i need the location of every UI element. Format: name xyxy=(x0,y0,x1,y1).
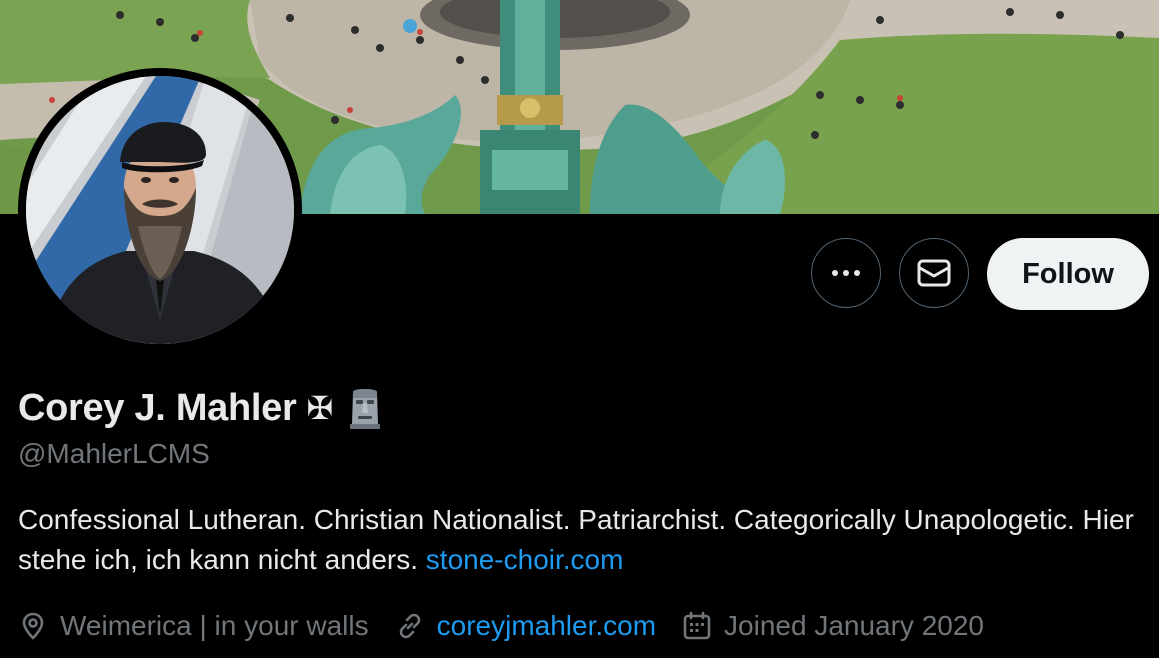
display-name-row: Corey J. Mahler ✠ xyxy=(18,380,385,436)
location-text: Weimerica | in your walls xyxy=(60,610,369,641)
more-horizontal-icon xyxy=(832,270,860,276)
location-item: Weimerica | in your walls xyxy=(18,610,369,642)
profile-meta: Weimerica | in your walls coreyjmahler.c… xyxy=(18,604,984,648)
follow-button[interactable]: Follow xyxy=(987,238,1149,310)
display-name: Corey J. Mahler xyxy=(18,386,297,429)
joined-text: Joined January 2020 xyxy=(724,610,985,641)
moai-emoji-icon xyxy=(350,389,381,429)
joined-item: Joined January 2020 xyxy=(682,610,984,642)
profile-bio: Confessional Lutheran. Christian Nationa… xyxy=(18,500,1138,580)
cross-symbol: ✠ xyxy=(306,389,334,427)
link-icon xyxy=(399,613,420,639)
website-item: coreyjmahler.com xyxy=(395,610,656,642)
website-link[interactable]: coreyjmahler.com xyxy=(437,610,656,642)
profile-avatar[interactable] xyxy=(18,68,302,352)
calendar-icon xyxy=(683,611,711,640)
username-handle: @MahlerLCMS xyxy=(18,438,210,469)
avatar-image xyxy=(26,76,294,344)
location-pin-icon xyxy=(22,612,44,640)
message-button[interactable] xyxy=(899,238,969,308)
more-options-button[interactable] xyxy=(811,238,881,308)
bio-link[interactable]: stone-choir.com xyxy=(426,544,624,575)
envelope-icon xyxy=(917,259,951,287)
profile-page: Follow Corey J. Mahler ✠ @MahlerLCMS Con… xyxy=(0,0,1159,658)
